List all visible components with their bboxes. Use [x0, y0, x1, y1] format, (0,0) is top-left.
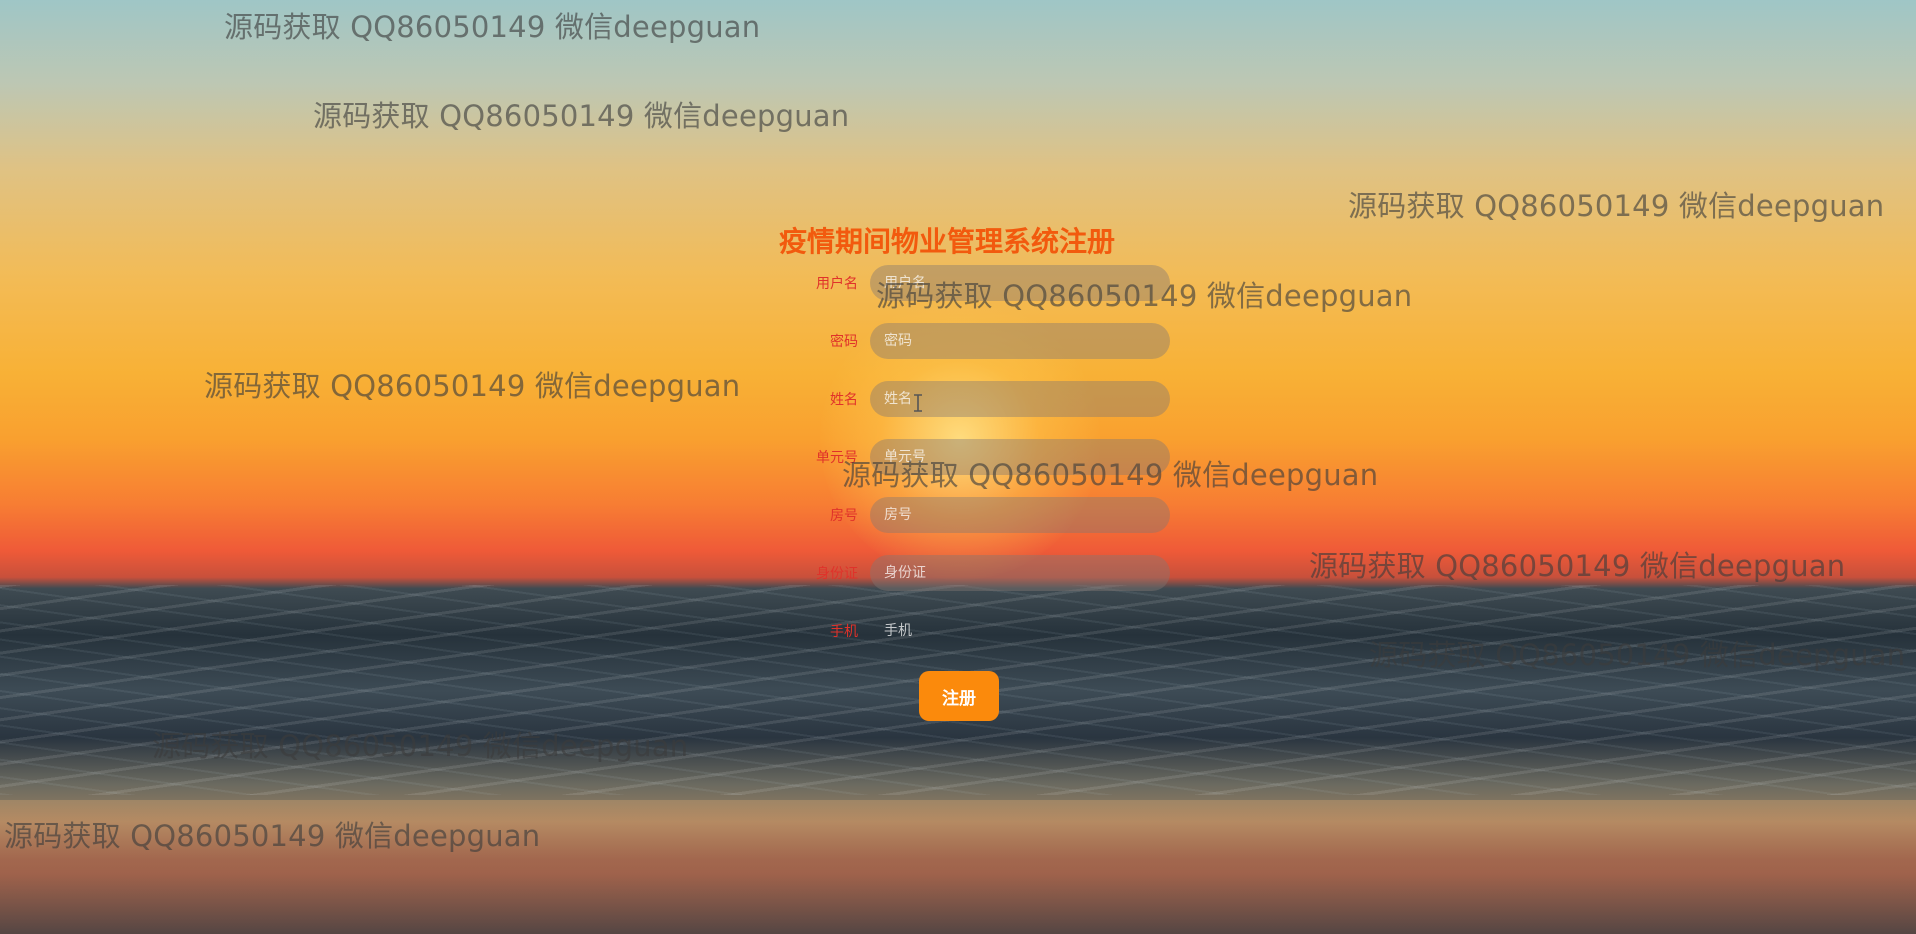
watermark: 源码获取 QQ86050149 微信deepguan: [1309, 549, 1846, 583]
form-row-password: 密码: [780, 323, 1170, 359]
watermark: 源码获取 QQ86050149 微信deepguan: [152, 729, 689, 763]
password-input[interactable]: [870, 323, 1170, 359]
page-background: 疫情期间物业管理系统注册 用户名 密码 姓名 单元号 房号 身份证 手机 注册 …: [0, 0, 1916, 934]
text-cursor-icon: [914, 394, 922, 412]
form-row-id-card: 身份证: [780, 555, 1170, 591]
watermark: 源码获取 QQ86050149 微信deepguan: [842, 458, 1379, 492]
watermark: 源码获取 QQ86050149 微信deepguan: [1348, 189, 1885, 223]
name-label: 姓名: [830, 392, 858, 408]
id-card-input[interactable]: [870, 555, 1170, 591]
watermark: 源码获取 QQ86050149 微信deepguan: [1369, 638, 1906, 672]
room-input[interactable]: [870, 497, 1170, 533]
room-label: 房号: [830, 508, 858, 524]
form-row-phone: 手机: [780, 613, 1170, 649]
password-label: 密码: [830, 334, 858, 350]
phone-input[interactable]: [870, 613, 1170, 649]
form-row-room: 房号: [780, 497, 1170, 533]
watermark: 源码获取 QQ86050149 微信deepguan: [224, 10, 761, 44]
id-card-label: 身份证: [816, 566, 858, 582]
username-label: 用户名: [816, 276, 858, 292]
watermark: 源码获取 QQ86050149 微信deepguan: [4, 819, 541, 853]
watermark: 源码获取 QQ86050149 微信deepguan: [876, 279, 1413, 313]
register-title: 疫情期间物业管理系统注册: [779, 225, 1116, 258]
watermark: 源码获取 QQ86050149 微信deepguan: [313, 99, 850, 133]
form-row-name: 姓名: [780, 381, 1170, 417]
watermark: 源码获取 QQ86050149 微信deepguan: [204, 369, 741, 403]
phone-label: 手机: [830, 624, 858, 640]
register-button[interactable]: 注册: [919, 671, 999, 721]
